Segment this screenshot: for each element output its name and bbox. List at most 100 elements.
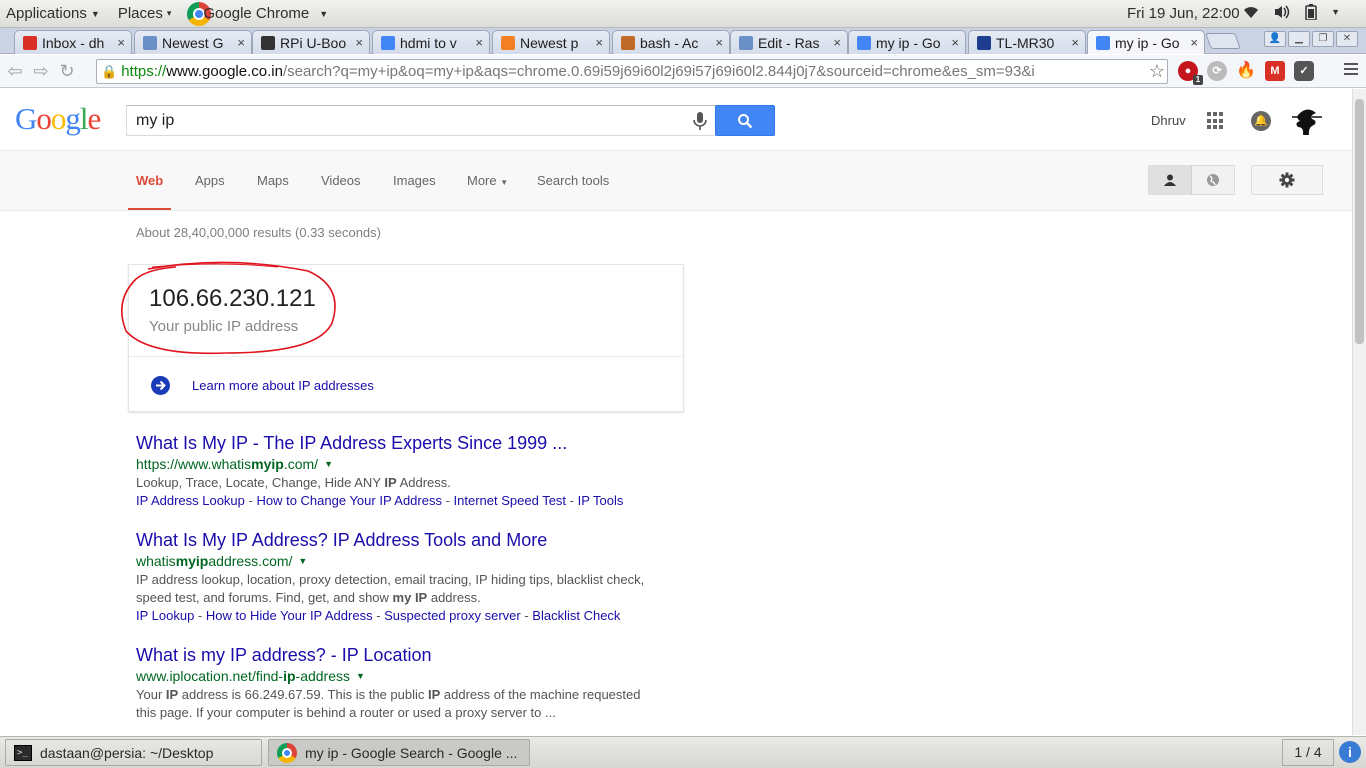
taskbar-item-label: my ip - Google Search - Google ...: [305, 744, 518, 761]
places-menu[interactable]: Places ▾: [112, 5, 178, 22]
user-name[interactable]: Dhruv: [1151, 113, 1186, 128]
tab-web[interactable]: Web: [136, 173, 163, 188]
bookmark-star-icon[interactable]: ☆: [1149, 61, 1165, 82]
close-tab-icon[interactable]: ×: [1190, 35, 1198, 50]
taskbar-item-terminal[interactable]: >_ dastaan@persia: ~/Desktop: [5, 739, 262, 766]
browser-tab[interactable]: Newest G ×: [134, 30, 252, 54]
browser-tab[interactable]: Newest p ×: [492, 30, 610, 54]
clock[interactable]: Fri 19 Jun, 22:00: [1127, 5, 1240, 22]
tab-images[interactable]: Images: [393, 173, 436, 188]
applications-label: Applications: [6, 5, 87, 22]
close-tab-icon[interactable]: ×: [833, 35, 841, 50]
url-dropdown-caret-icon[interactable]: ▼: [356, 671, 365, 681]
result-url-text: .com/: [283, 456, 319, 472]
browser-tab[interactable]: my ip - Go ×: [1087, 30, 1205, 54]
sitelink[interactable]: Suspected proxy server: [384, 608, 521, 623]
scrollbar-thumb[interactable]: [1355, 99, 1364, 344]
result-title-link[interactable]: What is my IP address? - IP Location: [136, 645, 656, 666]
active-app-menu[interactable]: Google Chrome ▼: [197, 5, 334, 22]
close-tab-icon[interactable]: ×: [237, 35, 245, 50]
tab-apps[interactable]: Apps: [195, 173, 225, 188]
result-title-link[interactable]: What Is My IP Address? IP Address Tools …: [136, 530, 656, 551]
sitelink[interactable]: How to Change Your IP Address: [256, 493, 442, 508]
search-button[interactable]: [715, 105, 775, 136]
sync-icon[interactable]: ⟳: [1207, 61, 1227, 81]
result-url-text: whatis: [136, 553, 176, 569]
pocket-icon[interactable]: ✓: [1294, 61, 1314, 81]
browser-tab[interactable]: Edit - Ras ×: [730, 30, 848, 54]
forward-button[interactable]: ⇨: [30, 60, 52, 82]
taskbar-item-chrome[interactable]: my ip - Google Search - Google ...: [268, 739, 530, 766]
tab-more-label: More: [467, 173, 497, 188]
close-tab-icon[interactable]: ×: [355, 35, 363, 50]
browser-tab[interactable]: TL-MR30 ×: [968, 30, 1086, 54]
reload-button[interactable]: ↻: [56, 60, 78, 82]
applications-menu[interactable]: Applications ▼: [0, 5, 106, 22]
result-url-text: https://www.whatis: [136, 456, 252, 472]
info-icon[interactable]: i: [1339, 741, 1361, 763]
close-tab-icon[interactable]: ×: [715, 35, 723, 50]
fire-icon[interactable]: 🔥: [1236, 61, 1256, 81]
url-dropdown-caret-icon[interactable]: ▼: [324, 459, 333, 469]
sitelink[interactable]: Blacklist Check: [532, 608, 620, 623]
sitelink[interactable]: Internet Speed Test: [454, 493, 567, 508]
browser-tab[interactable]: RPi U-Boo ×: [252, 30, 370, 54]
restore-button[interactable]: ❐: [1312, 31, 1334, 47]
avatar[interactable]: [1290, 105, 1324, 139]
new-tab-button[interactable]: [1205, 33, 1241, 49]
browser-tab[interactable]: my ip - Go ×: [848, 30, 966, 54]
notifications-bell-icon[interactable]: 🔔: [1251, 111, 1271, 131]
google-apps-icon[interactable]: [1207, 112, 1225, 130]
browser-tab[interactable]: Inbox - dh ×: [14, 30, 132, 54]
search-input[interactable]: my ip: [126, 105, 716, 136]
wifi-icon[interactable]: [1243, 4, 1259, 20]
url-dropdown-caret-icon[interactable]: ▼: [298, 556, 307, 566]
search-icon: [738, 114, 753, 129]
chrome-menu-icon[interactable]: [1344, 63, 1358, 77]
tab-search-tools[interactable]: Search tools: [537, 173, 609, 188]
result-title-link[interactable]: What Is My IP - The IP Address Experts S…: [136, 433, 656, 454]
close-tab-icon[interactable]: ×: [475, 35, 483, 50]
global-results-button[interactable]: [1192, 166, 1234, 194]
volume-icon[interactable]: [1273, 4, 1291, 20]
battery-icon[interactable]: [1305, 4, 1317, 20]
page-scrollbar[interactable]: [1352, 89, 1366, 735]
back-button[interactable]: ⇦: [4, 60, 26, 82]
power-menu-arrow[interactable]: ▼: [1331, 7, 1340, 20]
workspace-switcher[interactable]: 1 / 4: [1282, 739, 1334, 766]
tab-maps[interactable]: Maps: [257, 173, 289, 188]
address-bar[interactable]: 🔒 https://www.google.co.in/search?q=my+i…: [96, 59, 1168, 84]
sitelink[interactable]: IP Tools: [578, 493, 624, 508]
adblock-icon[interactable]: ● 1: [1178, 61, 1203, 85]
result-url: whatis myip address.com/ ▼: [136, 553, 656, 569]
search-result: What Is My IP Address? IP Address Tools …: [136, 530, 656, 625]
sitelink[interactable]: IP Address Lookup: [136, 493, 245, 508]
browser-tab[interactable]: hdmi to v ×: [372, 30, 490, 54]
sitelink[interactable]: IP Lookup: [136, 608, 194, 623]
lock-icon: 🔒: [101, 63, 118, 79]
personal-results-button[interactable]: [1149, 166, 1192, 194]
minimize-button[interactable]: ▁: [1288, 31, 1310, 47]
close-tab-icon[interactable]: ×: [1071, 35, 1079, 50]
close-window-button[interactable]: ✕: [1336, 31, 1358, 47]
browser-tab[interactable]: bash - Ac ×: [612, 30, 730, 54]
tab-title: Edit - Ras: [758, 34, 820, 51]
profile-icon[interactable]: 👤: [1264, 31, 1286, 47]
sitelink[interactable]: How to Hide Your IP Address: [206, 608, 373, 623]
result-snippet: Lookup, Trace, Locate, Change, Hide ANY …: [136, 475, 451, 490]
google-logo[interactable]: Google: [15, 101, 101, 137]
settings-button[interactable]: [1251, 165, 1323, 195]
window-controls: 👤 ▁ ❐ ✕: [1264, 31, 1358, 47]
arrow-right-circle-icon[interactable]: [151, 376, 170, 395]
learn-more-link[interactable]: Learn more about IP addresses: [192, 378, 374, 393]
url-path: /search?q=my+ip&oq=my+ip&aqs=chrome.0.69…: [282, 63, 1035, 80]
gmail-checker-icon[interactable]: M: [1265, 61, 1285, 81]
close-tab-icon[interactable]: ×: [951, 35, 959, 50]
close-tab-icon[interactable]: ×: [595, 35, 603, 50]
tab-videos[interactable]: Videos: [321, 173, 361, 188]
person-icon: [1164, 174, 1176, 186]
tab-more[interactable]: More ▼: [467, 173, 508, 188]
close-tab-icon[interactable]: ×: [117, 35, 125, 50]
search-result: What is my IP address? - IP Location www…: [136, 645, 656, 722]
microphone-icon[interactable]: [690, 110, 710, 132]
